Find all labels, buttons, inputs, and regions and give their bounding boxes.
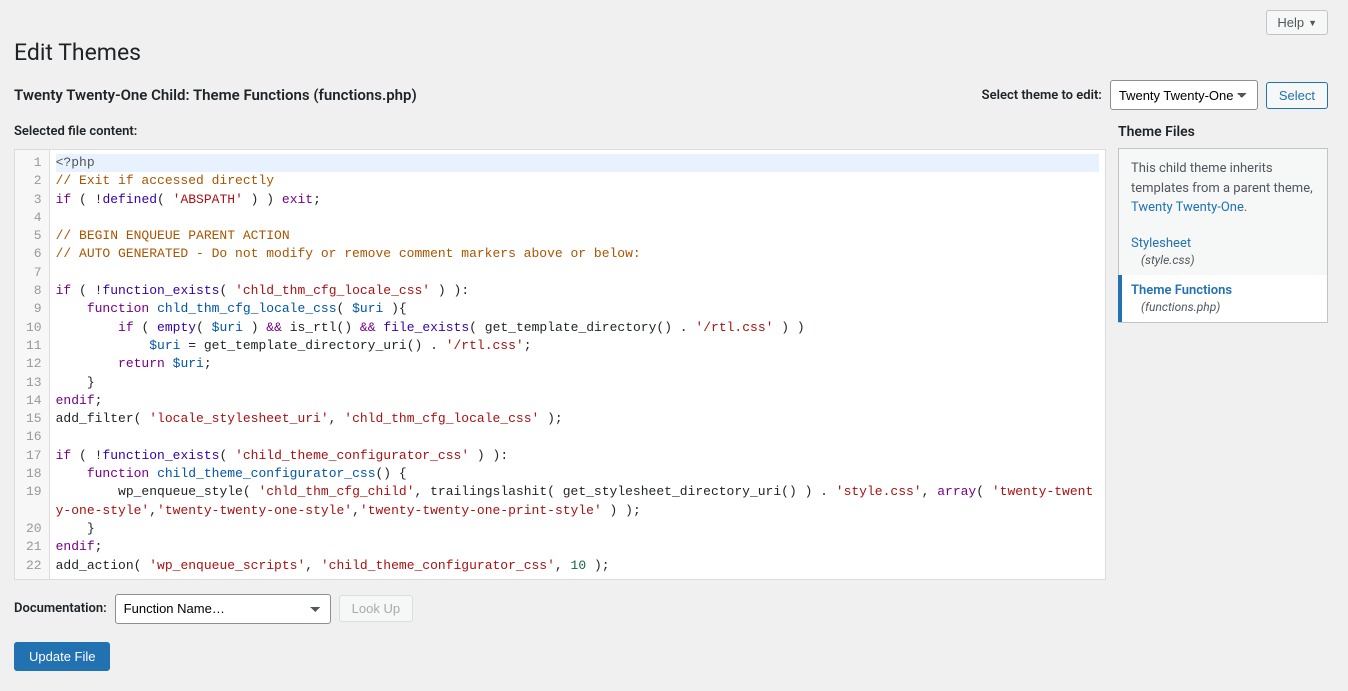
code-line[interactable]: if ( !function_exists( 'child_theme_conf… (56, 447, 1099, 465)
select-button[interactable]: Select (1266, 82, 1328, 109)
code-body[interactable]: <?php// Exit if accessed directlyif ( !d… (50, 150, 1105, 579)
documentation-label: Documentation: (14, 601, 107, 616)
update-file-button[interactable]: Update File (14, 642, 110, 671)
file-subname: (functions.php) (1131, 300, 1315, 314)
file-label: Theme Functions (1131, 283, 1315, 298)
code-line[interactable]: add_action( 'wp_enqueue_scripts', 'child… (56, 557, 1099, 575)
code-line[interactable]: return $uri; (56, 355, 1099, 373)
page-title: Edit Themes (14, 39, 1328, 66)
code-line[interactable]: if ( !defined( 'ABSPATH' ) ) exit; (56, 191, 1099, 209)
theme-files-heading: Theme Files (1118, 124, 1328, 140)
theme-selector: Select theme to edit: Twenty Twenty-One … (982, 80, 1328, 110)
code-line[interactable]: endif; (56, 392, 1099, 410)
code-line[interactable]: if ( empty( $uri ) && is_rtl() && file_e… (56, 319, 1099, 337)
code-line[interactable] (56, 264, 1099, 282)
code-line[interactable]: // AUTO GENERATED - Do not modify or rem… (56, 245, 1099, 263)
file-heading: Twenty Twenty-One Child: Theme Functions… (14, 86, 417, 104)
code-editor[interactable]: 12345678910111213141516171819 202122 <?p… (14, 149, 1106, 580)
theme-selector-label: Select theme to edit: (982, 88, 1102, 103)
code-line[interactable]: function chld_thm_cfg_locale_css( $uri )… (56, 300, 1099, 318)
code-line[interactable]: } (56, 520, 1099, 538)
code-gutter: 12345678910111213141516171819 202122 (15, 150, 50, 579)
code-line[interactable]: $uri = get_template_directory_uri() . '/… (56, 337, 1099, 355)
code-line[interactable]: // BEGIN ENQUEUE PARENT ACTION (56, 227, 1099, 245)
tree-item-theme-functions[interactable]: Theme Functions (functions.php) (1118, 275, 1327, 322)
code-line[interactable]: } (56, 374, 1099, 392)
code-line[interactable]: if ( !function_exists( 'chld_thm_cfg_loc… (56, 282, 1099, 300)
code-line[interactable]: // Exit if accessed directly (56, 172, 1099, 190)
code-line[interactable] (56, 428, 1099, 446)
code-line[interactable]: <?php (56, 154, 1099, 172)
code-line[interactable]: function child_theme_configurator_css() … (56, 465, 1099, 483)
code-line[interactable]: add_filter( 'locale_stylesheet_uri', 'ch… (56, 410, 1099, 428)
help-button[interactable]: Help (1266, 10, 1328, 35)
file-subname: (style.css) (1131, 253, 1315, 267)
lookup-button[interactable]: Look Up (339, 595, 413, 622)
tree-item-stylesheet[interactable]: Stylesheet (style.css) (1119, 228, 1327, 275)
code-line[interactable]: wp_enqueue_style( 'chld_thm_cfg_child', … (56, 483, 1099, 520)
theme-select[interactable]: Twenty Twenty-One Child (1110, 80, 1258, 110)
parent-theme-link[interactable]: Twenty Twenty-One (1131, 200, 1244, 215)
tree-description: This child theme inherits templates from… (1119, 149, 1327, 228)
code-line[interactable]: endif; (56, 538, 1099, 556)
documentation-select[interactable]: Function Name… (115, 594, 331, 624)
code-line[interactable] (56, 209, 1099, 227)
theme-file-tree: This child theme inherits templates from… (1118, 148, 1328, 323)
file-label: Stylesheet (1131, 236, 1315, 251)
selected-file-label: Selected file content: (14, 124, 1106, 139)
